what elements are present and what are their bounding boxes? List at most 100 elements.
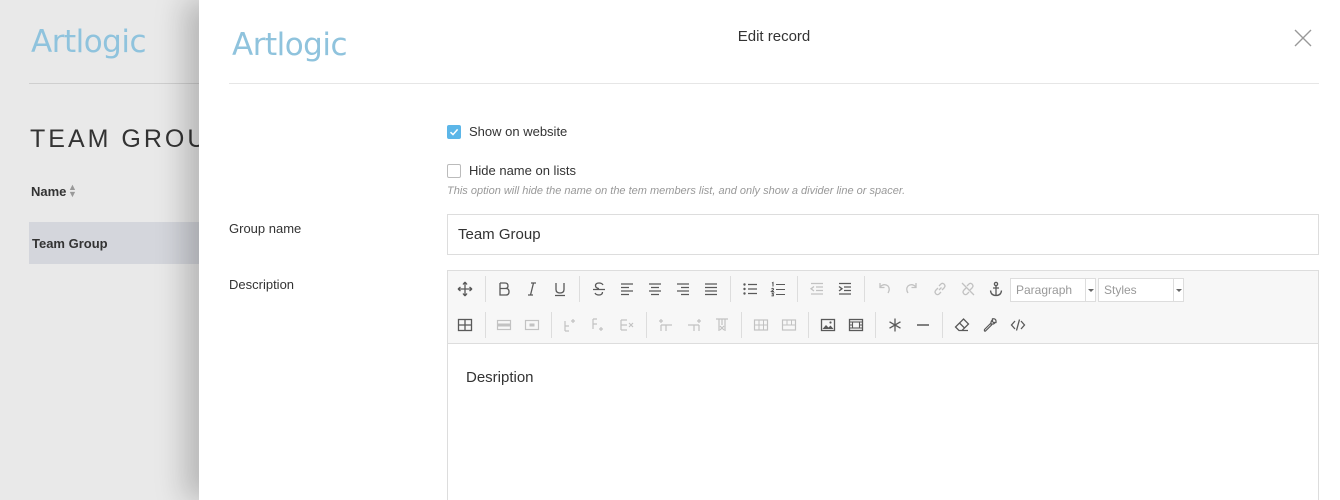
- indent-button[interactable]: [834, 278, 856, 300]
- media-icon: [848, 318, 864, 332]
- delete-column-icon: [716, 318, 728, 331]
- toolbar-separator: [875, 312, 876, 338]
- group-name-input[interactable]: [447, 214, 1319, 255]
- description-editor: Paragraph Styles Desription: [447, 270, 1319, 500]
- outdent-button[interactable]: [806, 278, 828, 300]
- align-right-button[interactable]: [672, 278, 694, 300]
- tools-button[interactable]: [979, 314, 1001, 336]
- numbered-list-button[interactable]: [767, 278, 789, 300]
- insert-row-before-button[interactable]: [560, 314, 582, 336]
- description-label: Description: [229, 277, 295, 292]
- show-on-website-checkbox[interactable]: [447, 125, 461, 139]
- undo-icon: [879, 283, 890, 294]
- styles-select[interactable]: Styles: [1098, 278, 1184, 302]
- anchor-icon: [989, 281, 1003, 297]
- link-icon: [934, 282, 946, 296]
- background-divider: [29, 83, 204, 84]
- special-character-button[interactable]: [884, 314, 906, 336]
- insert-media-button[interactable]: [845, 314, 867, 336]
- chevron-down-icon: [1173, 279, 1183, 301]
- outdent-icon: [809, 282, 823, 295]
- table-icon: [457, 318, 473, 332]
- toolbar-separator: [741, 312, 742, 338]
- link-button[interactable]: [929, 278, 951, 300]
- insert-column-after-button[interactable]: [683, 314, 705, 336]
- toolbar-separator: [942, 312, 943, 338]
- hide-name-label[interactable]: Hide name on lists: [469, 163, 576, 178]
- horizontal-rule-button[interactable]: [912, 314, 934, 336]
- bullet-list-button[interactable]: [739, 278, 761, 300]
- show-on-website-label[interactable]: Show on website: [469, 124, 567, 139]
- delete-row-button[interactable]: [616, 314, 638, 336]
- strikethrough-button[interactable]: [588, 278, 610, 300]
- underline-icon: [555, 283, 565, 297]
- hide-name-checkbox[interactable]: [447, 164, 461, 178]
- move-button[interactable]: [454, 278, 476, 300]
- anchor-button[interactable]: [985, 278, 1007, 300]
- close-button[interactable]: [1293, 28, 1313, 48]
- group-name-label: Group name: [229, 221, 302, 236]
- toolbar-separator: [808, 312, 809, 338]
- delete-column-button[interactable]: [711, 314, 733, 336]
- table-row[interactable]: Team Group: [29, 222, 204, 264]
- name-column-header[interactable]: Name: [31, 184, 66, 199]
- align-justify-icon: [705, 283, 717, 296]
- insert-row-after-icon: [592, 318, 603, 331]
- undo-button[interactable]: [873, 278, 895, 300]
- split-cells-button[interactable]: [750, 314, 772, 336]
- table-row-props-button[interactable]: [493, 314, 515, 336]
- bullet-list-icon: [743, 283, 757, 295]
- table-cell-props-button[interactable]: [521, 314, 543, 336]
- toolbar-separator: [646, 312, 647, 338]
- styles-value: Styles: [1104, 283, 1137, 297]
- redo-icon: [906, 283, 917, 294]
- source-code-button[interactable]: [1007, 314, 1029, 336]
- hide-name-hint: This option will hide the name on the te…: [447, 185, 906, 197]
- insert-row-after-button[interactable]: [588, 314, 610, 336]
- toolbar-separator: [864, 276, 865, 302]
- redo-button[interactable]: [901, 278, 923, 300]
- table-button[interactable]: [454, 314, 476, 336]
- align-left-icon: [621, 283, 633, 296]
- strikethrough-icon: [593, 282, 605, 296]
- editor-toolbar: Paragraph Styles: [448, 271, 1318, 344]
- numbered-list-icon: [770, 281, 785, 297]
- check-icon: [449, 128, 459, 136]
- toolbar-separator: [485, 276, 486, 302]
- insert-column-before-icon: [659, 319, 672, 331]
- justify-button[interactable]: [700, 278, 722, 300]
- underline-button[interactable]: [549, 278, 571, 300]
- toolbar-separator: [485, 312, 486, 338]
- italic-button[interactable]: [521, 278, 543, 300]
- bold-icon: [499, 282, 510, 296]
- bold-button[interactable]: [493, 278, 515, 300]
- header-divider: [229, 83, 1319, 84]
- clear-formatting-button[interactable]: [951, 314, 973, 336]
- code-icon: [1010, 319, 1026, 331]
- insert-row-before-icon: [564, 319, 575, 332]
- align-center-button[interactable]: [644, 278, 666, 300]
- description-editor-content[interactable]: Desription: [466, 369, 534, 386]
- background-logo[interactable]: Artlogic: [31, 24, 147, 60]
- insert-image-button[interactable]: [817, 314, 839, 336]
- align-right-icon: [677, 283, 689, 296]
- sort-icon[interactable]: ▲ ▼: [68, 183, 77, 199]
- toolbar-separator: [797, 276, 798, 302]
- move-icon: [457, 281, 473, 297]
- unlink-button[interactable]: [957, 278, 979, 300]
- merge-cells-button[interactable]: [778, 314, 800, 336]
- chevron-down-icon: [1085, 279, 1095, 301]
- delete-row-icon: [620, 319, 634, 331]
- align-center-icon: [649, 283, 661, 296]
- insert-column-before-button[interactable]: [655, 314, 677, 336]
- image-icon: [820, 318, 836, 332]
- paragraph-format-select[interactable]: Paragraph: [1010, 278, 1096, 302]
- italic-icon: [528, 282, 536, 296]
- indent-icon: [838, 282, 851, 295]
- asterisk-icon: [889, 318, 901, 332]
- align-left-button[interactable]: [616, 278, 638, 300]
- toolbar-separator: [730, 276, 731, 302]
- close-icon: [1294, 29, 1312, 47]
- table-row-props-icon: [496, 319, 512, 331]
- toolbar-separator: [579, 276, 580, 302]
